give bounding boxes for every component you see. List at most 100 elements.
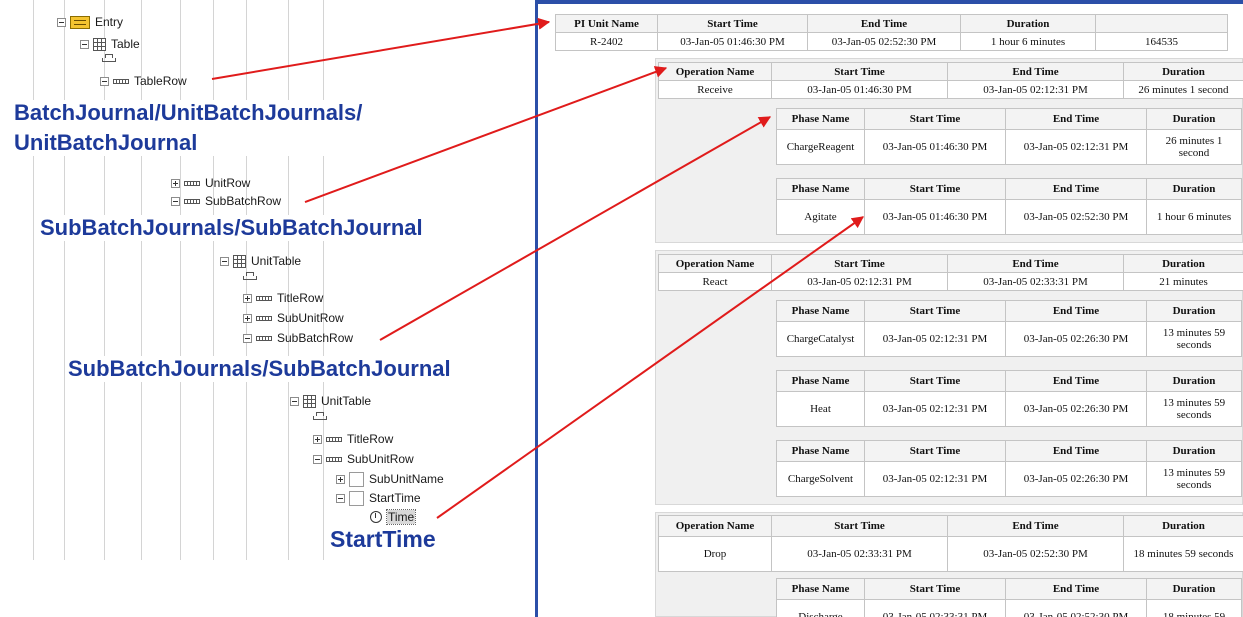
table-header-row: Phase Name Start Time End Time Duration	[776, 370, 1242, 392]
header-cell: Phase Name	[776, 440, 865, 462]
table-cell: 26 minutes 1 second	[1123, 80, 1243, 99]
caption-subbatch-journal-1: SubBatchJournals/SubBatchJournal	[40, 215, 575, 241]
table-cell: 13 minutes 59 seconds	[1146, 321, 1242, 357]
tree-node-unittable[interactable]: UnitTable	[220, 253, 301, 269]
expand-icon[interactable]	[243, 313, 252, 323]
table-cell: 1 hour 6 minutes	[960, 32, 1096, 51]
clock-icon	[370, 511, 382, 523]
collapse-icon[interactable]	[243, 333, 252, 343]
caption-unit-batch-journal: BatchJournal/UnitBatchJournals/ UnitBatc…	[14, 100, 549, 156]
phase-table: Phase Name Start Time End Time Duration …	[776, 108, 1242, 165]
tree-node-entry[interactable]: Entry	[57, 14, 123, 30]
table-icon	[93, 37, 106, 51]
table-cell: Agitate	[776, 199, 865, 235]
tree-node-subunitrow[interactable]: SubUnitRow	[313, 451, 414, 467]
tree-node-unitrow[interactable]: UnitRow	[171, 175, 250, 191]
header-cell: Duration	[1146, 440, 1242, 462]
table-cell: 03-Jan-05 02:12:31 PM	[864, 321, 1006, 357]
collapse-icon[interactable]	[100, 76, 109, 86]
table-cell: Discharge	[776, 599, 865, 617]
tree-node-subbatchrow[interactable]: SubBatchRow	[243, 330, 353, 346]
tree-node-subunitrow[interactable]: SubUnitRow	[243, 310, 344, 326]
header-cell: PI Unit Name	[555, 14, 658, 33]
table-cell: 03-Jan-05 02:52:30 PM	[1005, 599, 1147, 617]
tree-node-tablerow[interactable]: TableRow	[100, 73, 187, 89]
repeat-bracket-icon	[313, 412, 327, 420]
field-icon	[349, 471, 364, 487]
collapse-icon[interactable]	[80, 39, 89, 49]
table-cell: 26 minutes 1 second	[1146, 129, 1242, 165]
table-header-row: Phase Name Start Time End Time Duration	[776, 578, 1242, 600]
tree-node-label: UnitTable	[321, 394, 372, 408]
collapse-icon[interactable]	[220, 256, 229, 266]
tree-node-time[interactable]: Time	[370, 509, 417, 525]
header-cell: Duration	[1123, 254, 1243, 273]
row-icon	[326, 456, 342, 462]
tree-node-label: SubUnitName	[369, 472, 444, 486]
expand-icon[interactable]	[336, 474, 345, 484]
table-row: R-2402 03-Jan-05 01:46:30 PM 03-Jan-05 0…	[555, 32, 1228, 51]
collapse-icon[interactable]	[57, 17, 66, 27]
header-cell: Operation Name	[658, 62, 772, 81]
table-cell: ChargeCatalyst	[776, 321, 865, 357]
header-cell: End Time	[947, 515, 1124, 537]
table-cell: 03-Jan-05 02:33:31 PM	[947, 272, 1124, 291]
table-header-row: Phase Name Start Time End Time Duration	[776, 178, 1242, 200]
header-cell: Start Time	[657, 14, 808, 33]
header-cell: End Time	[1005, 578, 1147, 600]
caption-subbatch-journal-2: SubBatchJournals/SubBatchJournal	[68, 356, 603, 382]
schema-tree-pane: Entry Table TableRow BatchJournal/UnitBa…	[0, 0, 603, 617]
table-header-row: Operation Name Start Time End Time Durat…	[658, 254, 1243, 273]
header-cell: Start Time	[864, 440, 1006, 462]
header-cell: End Time	[947, 62, 1124, 81]
header-cell: Phase Name	[776, 370, 865, 392]
header-cell: End Time	[1005, 440, 1147, 462]
tree-node-table[interactable]: Table	[80, 36, 140, 52]
tree-node-starttime[interactable]: StartTime	[336, 490, 421, 506]
table-row: React 03-Jan-05 02:12:31 PM 03-Jan-05 02…	[658, 272, 1243, 291]
table-header-row: PI Unit Name Start Time End Time Duratio…	[555, 14, 1228, 33]
table-cell: Drop	[658, 536, 772, 572]
table-cell: 03-Jan-05 01:46:30 PM	[864, 129, 1006, 165]
collapse-icon[interactable]	[336, 493, 345, 503]
tree-node-label: Table	[111, 37, 140, 51]
header-cell: Start Time	[864, 300, 1006, 322]
expand-icon[interactable]	[313, 434, 322, 444]
tree-node-subunitname[interactable]: SubUnitName	[336, 471, 444, 487]
tree-node-subbatchrow[interactable]: SubBatchRow	[171, 193, 281, 209]
repeat-bracket-icon	[243, 272, 257, 280]
field-icon	[349, 490, 364, 506]
expand-icon[interactable]	[243, 293, 252, 303]
table-cell: 1 hour 6 minutes	[1146, 199, 1242, 235]
expand-icon[interactable]	[171, 178, 180, 188]
header-cell: End Time	[807, 14, 961, 33]
tree-node-titlerow[interactable]: TitleRow	[313, 431, 393, 447]
table-cell: 03-Jan-05 02:26:30 PM	[1005, 321, 1147, 357]
header-cell: Start Time	[771, 254, 948, 273]
tree-node-unittable[interactable]: UnitTable	[290, 393, 371, 409]
tree-node-label: StartTime	[369, 491, 421, 505]
entry-icon	[70, 15, 90, 29]
table-row: ChargeSolvent 03-Jan-05 02:12:31 PM 03-J…	[776, 461, 1242, 497]
table-icon	[303, 394, 316, 408]
collapse-icon[interactable]	[290, 396, 299, 406]
table-cell: 13 minutes 59 seconds	[1146, 391, 1242, 427]
header-cell: Phase Name	[776, 578, 865, 600]
table-cell: 03-Jan-05 02:26:30 PM	[1005, 391, 1147, 427]
header-cell: Duration	[1123, 515, 1243, 537]
collapse-icon[interactable]	[171, 196, 180, 206]
tree-node-label: SubBatchRow	[277, 331, 354, 345]
table-cell: 18 minutes 59 seconds	[1123, 536, 1243, 572]
table-cell: Receive	[658, 80, 772, 99]
table-cell: 13 minutes 59 seconds	[1146, 461, 1242, 497]
collapse-icon[interactable]	[313, 454, 322, 464]
row-icon	[113, 78, 129, 84]
tree-node-label: SubBatchRow	[205, 194, 282, 208]
tree-node-label: SubUnitRow	[277, 311, 344, 325]
tree-node-titlerow[interactable]: TitleRow	[243, 290, 323, 306]
phase-table: Phase Name Start Time End Time Duration …	[776, 578, 1242, 617]
tree-node-label: UnitRow	[205, 176, 251, 190]
header-cell: End Time	[1005, 370, 1147, 392]
table-cell: 03-Jan-05 01:46:30 PM	[771, 80, 948, 99]
phase-table: Phase Name Start Time End Time Duration …	[776, 440, 1242, 497]
